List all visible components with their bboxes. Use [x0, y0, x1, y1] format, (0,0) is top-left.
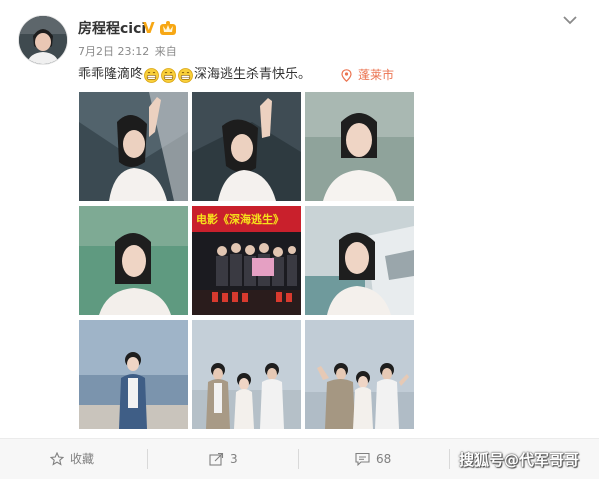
star-icon — [50, 452, 64, 466]
action-divider — [147, 449, 148, 469]
verified-badge-icon: V — [143, 19, 155, 37]
photo-3[interactable] — [305, 92, 414, 201]
grin-emoji-icon — [161, 67, 176, 83]
location-pin-icon — [341, 68, 352, 82]
photo-2[interactable] — [192, 92, 301, 201]
username[interactable]: 房程程cici — [78, 20, 146, 38]
post-timestamp[interactable]: 7月2日 23:12 — [78, 45, 149, 59]
repost-icon — [209, 452, 224, 466]
member-crown-icon[interactable] — [158, 20, 178, 36]
location-link[interactable]: 蓬莱市 — [341, 67, 394, 83]
action-divider — [298, 449, 299, 469]
comment-icon — [355, 452, 370, 466]
favorite-label: 收藏 — [70, 452, 95, 466]
avatar[interactable] — [18, 15, 68, 65]
comment-count: 68 — [376, 452, 392, 466]
weibo-post-card: 房程程cici V 7月2日 23:12 来自 乖乖隆滴咚 深海逃生杀青快乐。 … — [0, 0, 599, 479]
post-text: 乖乖隆滴咚 深海逃生杀青快乐。 — [78, 66, 311, 84]
photo-8[interactable] — [192, 320, 301, 429]
repost-count: 3 — [230, 452, 238, 466]
chevron-down-icon[interactable] — [561, 13, 579, 27]
grin-emoji-icon — [178, 67, 193, 83]
photo-6[interactable] — [305, 206, 414, 315]
photo-5[interactable]: 电影《深海逃生》 — [192, 206, 301, 315]
watermark: 搜狐号@代军哥哥 — [459, 451, 580, 469]
banner-caption: 电影《深海逃生》 — [196, 212, 284, 226]
post-text-part-1: 乖乖隆滴咚 — [78, 67, 144, 82]
action-divider — [449, 449, 450, 469]
post-source: 来自 — [154, 45, 177, 58]
location-label: 蓬莱市 — [358, 68, 395, 82]
post-text-part-2: 深海逃生杀青快乐。 — [194, 67, 312, 82]
favorite-button[interactable]: 收藏 — [50, 450, 94, 468]
repost-button[interactable]: 3 — [209, 450, 238, 468]
photo-7[interactable] — [79, 320, 188, 429]
comment-button[interactable]: 68 — [355, 450, 391, 468]
post-meta: 7月2日 23:12 来自 — [78, 45, 177, 59]
photo-4[interactable] — [79, 206, 188, 315]
photo-9[interactable] — [305, 320, 414, 429]
photo-1[interactable] — [79, 92, 188, 201]
grin-emoji-icon — [144, 67, 159, 83]
